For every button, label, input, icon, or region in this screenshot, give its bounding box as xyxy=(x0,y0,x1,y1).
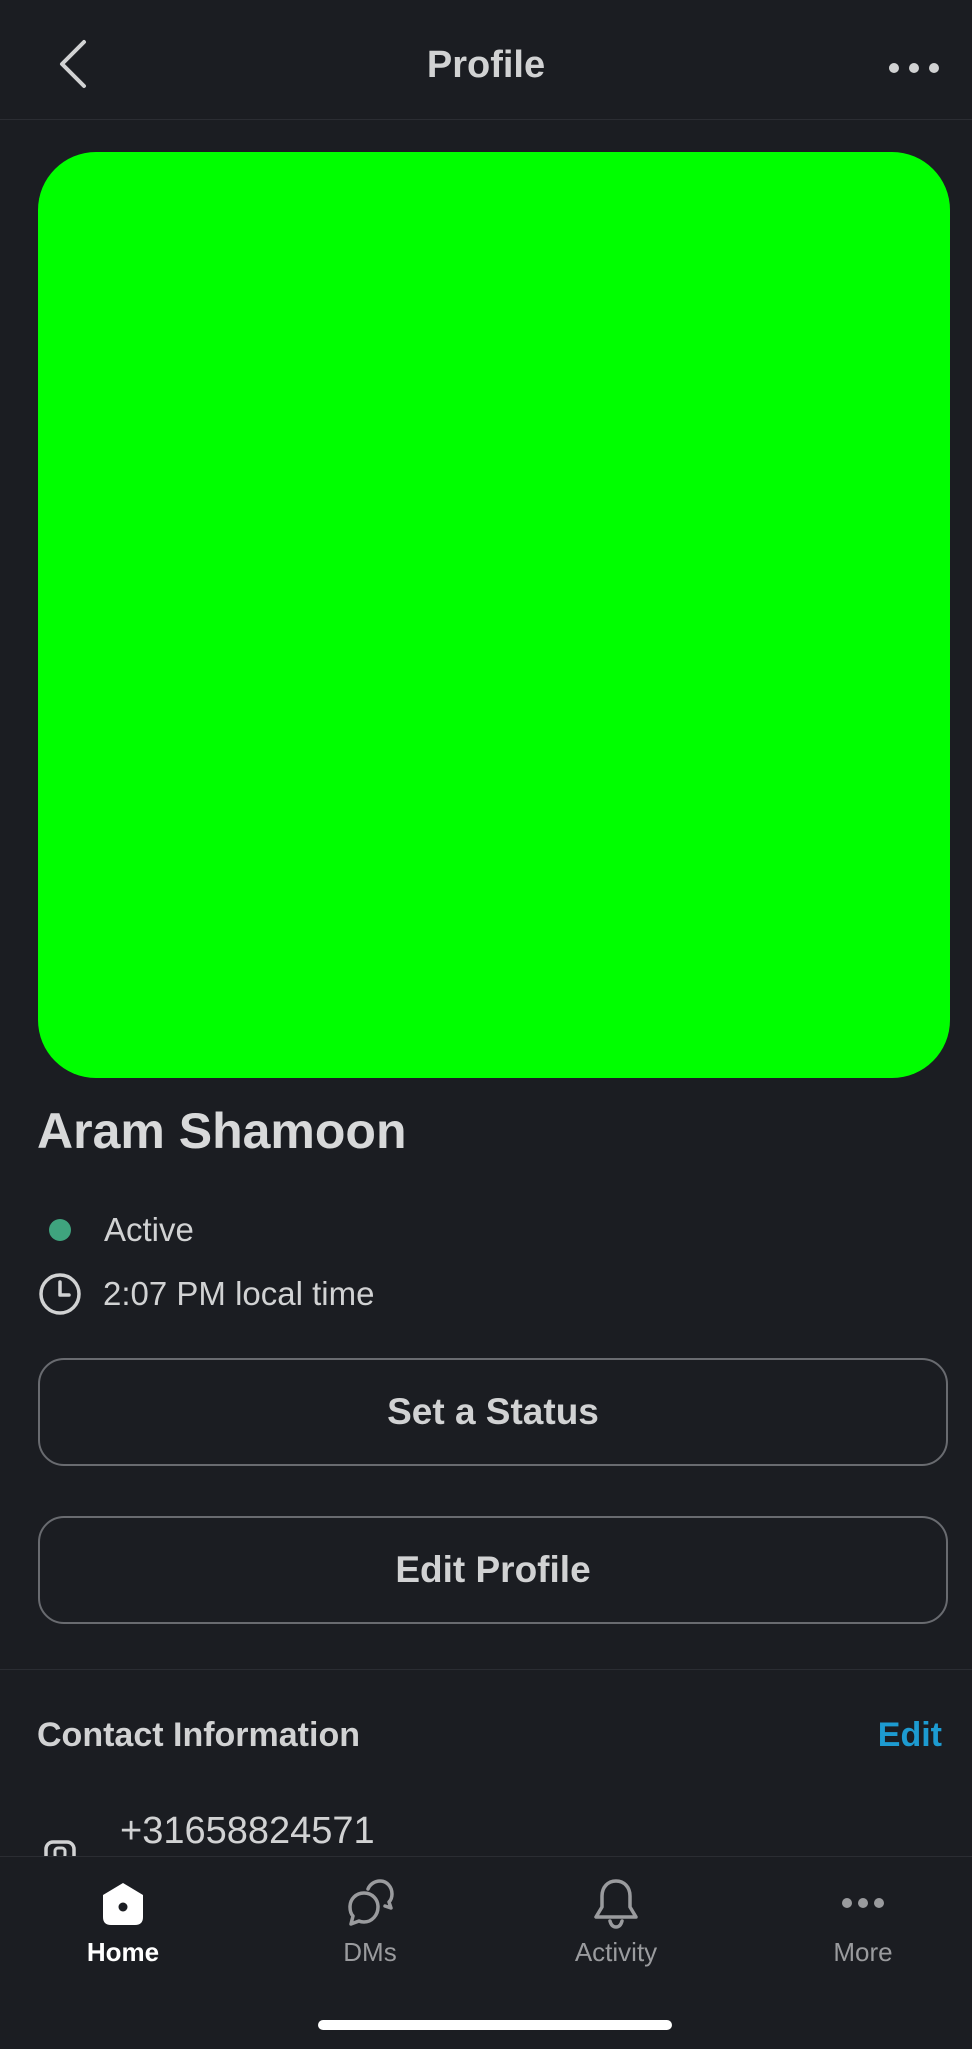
phone-icon xyxy=(44,1840,76,1856)
contact-information-heading: Contact Information xyxy=(37,1716,360,1754)
local-time-text: 2:07 PM local time xyxy=(103,1275,375,1312)
set-status-button[interactable]: Set a Status xyxy=(38,1358,948,1466)
page-title: Profile xyxy=(426,44,546,86)
presence-row: Active xyxy=(37,1208,194,1252)
tab-dms[interactable]: DMs xyxy=(280,1875,460,1985)
ellipsis-icon xyxy=(889,63,939,73)
tab-activity-label: Activity xyxy=(574,1937,658,1967)
local-time-row: 2:07 PM local time xyxy=(37,1270,374,1318)
tab-more-label: More xyxy=(833,1937,893,1967)
tab-more[interactable]: More xyxy=(773,1875,953,1985)
presence-text: Active xyxy=(104,1211,194,1248)
home-indicator xyxy=(318,2020,672,2030)
tab-activity[interactable]: Activity xyxy=(526,1875,706,1985)
profile-name: Aram Shamoon xyxy=(37,1103,407,1159)
tab-home-label: Home xyxy=(86,1937,160,1967)
clock-icon xyxy=(39,1273,81,1315)
edit-profile-button[interactable]: Edit Profile xyxy=(38,1516,948,1624)
bell-icon xyxy=(594,1879,638,1929)
phone-row[interactable]: +31658824571 xyxy=(0,1800,972,1856)
phone-number: +31658824571 xyxy=(120,1810,375,1852)
contact-edit-link[interactable]: Edit xyxy=(878,1716,942,1755)
profile-photo[interactable] xyxy=(38,152,950,1078)
more-options-button[interactable] xyxy=(884,50,944,86)
more-dots-icon xyxy=(842,1898,884,1908)
tab-dms-label: DMs xyxy=(343,1937,397,1967)
header: Profile xyxy=(0,0,972,120)
tab-home[interactable]: Home xyxy=(33,1875,213,1985)
active-status-dot-icon xyxy=(49,1219,71,1241)
home-icon xyxy=(103,1883,143,1925)
section-divider xyxy=(0,1669,972,1670)
dms-icon xyxy=(348,1879,394,1926)
